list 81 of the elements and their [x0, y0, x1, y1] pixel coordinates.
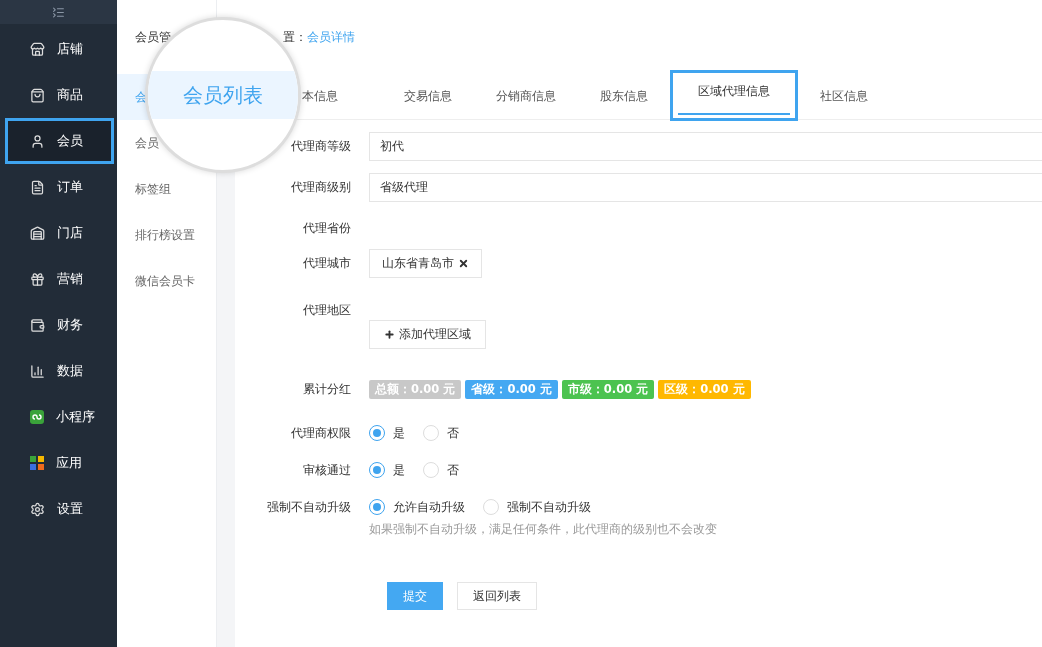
tag-text: 山东省青岛市	[382, 255, 454, 272]
mini-program-icon	[30, 410, 44, 424]
sidebar-label: 商品	[57, 86, 83, 104]
bag-icon	[30, 87, 45, 103]
sidebar-label: 店铺	[57, 40, 83, 58]
tab[interactable]: 分销商信息	[474, 74, 578, 119]
sidebar-item[interactable]: 门店	[0, 210, 117, 256]
wallet-icon	[30, 317, 45, 333]
sidebar-label: 设置	[57, 500, 83, 518]
tab[interactable]: 区域代理信息	[670, 70, 798, 121]
radio-icon[interactable]	[369, 425, 385, 441]
sidebar-item[interactable]: 商品	[0, 72, 117, 118]
tab[interactable]: 本信息	[302, 74, 382, 119]
field-label: 累计分红	[302, 381, 352, 398]
text-field[interactable]: 省级代理	[369, 173, 1042, 202]
sidebar-label: 财务	[57, 316, 83, 334]
field-label: 代理商级别	[290, 179, 352, 196]
store-icon	[30, 41, 45, 57]
collapse-icon[interactable]	[52, 5, 65, 19]
field-label: 代理地区	[302, 302, 352, 319]
radio-label: 是	[393, 461, 405, 479]
warehouse-icon	[30, 225, 45, 241]
document-icon	[30, 179, 45, 195]
field-label: 审核通过	[302, 462, 352, 479]
bar-chart-icon	[30, 363, 45, 379]
radio-option[interactable]: 是	[369, 424, 405, 442]
sidebar-item[interactable]: 财务	[0, 302, 117, 348]
tab[interactable]: 股东信息	[578, 74, 670, 119]
sidebar-label: 应用	[56, 454, 82, 472]
radio-option[interactable]: 否	[423, 424, 459, 442]
settings-icon	[30, 501, 45, 517]
submenu-item[interactable]: 会员	[135, 134, 159, 152]
submenu-item[interactable]: 标签组	[135, 180, 171, 198]
sidebar-label: 门店	[57, 224, 83, 242]
field-label: 代理省份	[302, 220, 352, 237]
add-region-button[interactable]: 添加代理区域	[369, 320, 486, 349]
sidebar-item[interactable]: 设置	[0, 486, 117, 532]
sidebar-label: 数据	[57, 362, 83, 380]
apps-grid-icon	[30, 456, 44, 470]
sidebar-item[interactable]: 应用	[0, 440, 117, 486]
sidebar-label: 小程序	[56, 408, 95, 426]
radio-label: 否	[447, 461, 459, 479]
radio-label: 是	[393, 424, 405, 442]
radio-option[interactable]: 强制不自动升级	[483, 498, 591, 516]
text-field[interactable]: 初代	[369, 132, 1042, 161]
radio-option[interactable]: 是	[369, 461, 405, 479]
field-label: 代理商等级	[290, 138, 352, 155]
field-label: 强制不自动升级	[266, 499, 352, 516]
plus-icon	[384, 329, 395, 340]
radio-icon[interactable]	[369, 499, 385, 515]
gift-icon	[30, 271, 45, 287]
sidebar-label: 订单	[57, 178, 83, 196]
radio-label: 允许自动升级	[393, 498, 465, 516]
sidebar-item[interactable]: 会员	[5, 118, 114, 164]
radio-label: 否	[447, 424, 459, 442]
back-button[interactable]: 返回列表	[457, 582, 537, 610]
tab[interactable]: 交易信息	[382, 74, 474, 119]
close-icon[interactable]	[458, 258, 469, 269]
sidebar-item[interactable]: 小程序	[0, 394, 117, 440]
amount-badge: 区级：0.00 元	[658, 380, 751, 399]
radio-icon[interactable]	[369, 462, 385, 478]
sidebar-label: 会员	[57, 132, 83, 150]
submenu-item[interactable]: 微信会员卡	[135, 272, 195, 290]
sidebar-item[interactable]: 店铺	[0, 26, 117, 72]
field-label: 代理商权限	[290, 425, 352, 442]
hint-text: 如果强制不自动升级，满足任何条件，此代理商的级别也不会改变	[369, 521, 718, 538]
radio-option[interactable]: 否	[423, 461, 459, 479]
radio-option[interactable]: 允许自动升级	[369, 498, 465, 516]
breadcrumb-label: 置：	[283, 28, 307, 46]
sidebar-item[interactable]: 订单	[0, 164, 117, 210]
magnified-text: 会员列表	[183, 81, 263, 109]
field-label: 代理城市	[302, 255, 352, 272]
submenu-item[interactable]: 排行榜设置	[135, 226, 195, 244]
tab[interactable]: 社区信息	[798, 74, 890, 119]
user-icon	[30, 133, 45, 149]
sidebar-item[interactable]: 营销	[0, 256, 117, 302]
sidebar-item[interactable]: 数据	[0, 348, 117, 394]
amount-badge: 市级：0.00 元	[561, 380, 655, 399]
sidebar-label: 营销	[57, 270, 83, 288]
amount-badge: 省级：0.00 元	[465, 380, 558, 399]
radio-label: 强制不自动升级	[507, 498, 591, 516]
